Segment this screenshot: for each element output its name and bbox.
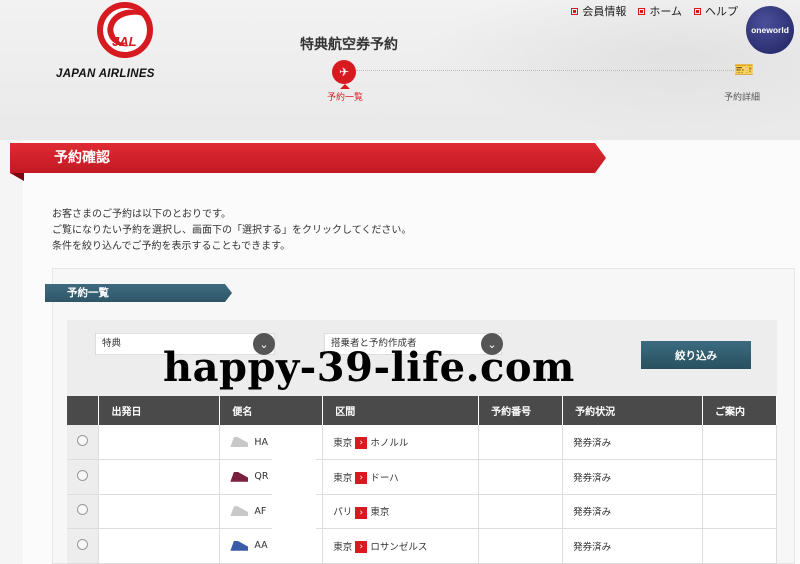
airplane-icon: ✈ [332, 60, 356, 84]
column-header: 区間 [322, 396, 480, 425]
route-cell: 東京 › ドーハ [322, 459, 480, 495]
route-from: 東京 [333, 437, 353, 449]
list-title: 予約一覧 [45, 284, 232, 302]
info-cell [702, 425, 777, 460]
route-to: 東京 [370, 507, 390, 518]
intro-line: ご覧になりたい予約を選択し、画面下の「選択する」をクリックしてください。 [52, 225, 412, 236]
nav-label: 会員情報 [582, 5, 627, 18]
top-nav: 会員情報 ホーム ヘルプ [571, 3, 738, 19]
route-cell: 東京 › ホノルル [322, 425, 480, 460]
reservation-table: 出発日 便名 区間 予約番号 予約状況 ご案内 HA 東京 › ホノルル 発券済み … [67, 396, 777, 564]
departure-date-cell [98, 494, 221, 529]
oneworld-logo[interactable]: oneworld [746, 6, 794, 54]
column-header [67, 396, 100, 425]
arrow-right-icon: › [355, 437, 368, 450]
reservation-radio[interactable] [77, 504, 89, 516]
step-reservation-detail: 予約詳細 [724, 93, 761, 103]
logo-text: JAL [112, 34, 137, 49]
table-row[interactable]: AA 東京 › ロサンゼルス 発券済み [67, 528, 777, 564]
booking-number-cell [478, 459, 564, 495]
airline-tail-icon [230, 471, 249, 482]
table-row[interactable]: HA 東京 › ホノルル 発券済み [67, 425, 777, 460]
status-cell: 発券済み [562, 425, 703, 460]
departure-date-cell [98, 528, 221, 564]
table-row[interactable]: AF パリ › 東京 発券済み [67, 494, 777, 529]
route-to: ドーハ [370, 472, 399, 484]
booking-number-cell [478, 494, 564, 529]
nav-home[interactable]: ホーム [638, 3, 682, 19]
section-banner: 予約確認 [10, 143, 606, 173]
link-arrow-icon [638, 7, 646, 15]
airline-name: JAPAN AIRLINES [56, 68, 155, 80]
airline-tail-icon [230, 506, 249, 517]
departure-date-cell [98, 459, 221, 495]
route-to: ロサンゼルス [370, 541, 428, 553]
info-cell [702, 494, 777, 529]
route-from: パリ [333, 507, 353, 518]
reservation-radio[interactable] [77, 469, 89, 481]
select-cell [67, 459, 100, 495]
select-cell [67, 494, 100, 529]
page-title: 特典航空券予約 [300, 37, 398, 53]
jal-logo[interactable]: JAL JAPAN AIRLINES [50, 2, 200, 82]
arrow-right-icon: › [355, 506, 368, 519]
airline-tail-icon [230, 437, 249, 447]
flight-number: QR [254, 471, 269, 483]
column-header: 予約状況 [562, 396, 703, 425]
ticket-icon: 🎫 [734, 60, 754, 79]
filter-button[interactable]: 絞り込み [641, 341, 751, 369]
intro-line: 条件を絞り込んでご予約を表示することもできます。 [52, 241, 291, 252]
route-from: 東京 [333, 472, 353, 484]
nav-member-info[interactable]: 会員情報 [571, 3, 626, 19]
reservation-radio[interactable] [77, 435, 89, 446]
redaction-mask [272, 428, 316, 554]
step-reservation-list: 予約一覧 [327, 93, 364, 103]
nav-label: ホーム [649, 5, 682, 18]
reservation-radio[interactable] [77, 538, 89, 550]
arrow-right-icon: › [355, 472, 368, 484]
info-cell [702, 528, 777, 564]
crane-logo-icon [97, 2, 153, 58]
select-cell [67, 528, 100, 564]
column-header: 出発日 [98, 396, 221, 425]
arrow-right-icon: › [355, 541, 368, 553]
watermark: happy-39-life.com [163, 344, 575, 391]
intro-text: お客さまのご予約は以下のとおりです。 ご覧になりたい予約を選択し、画面下の「選択… [52, 207, 411, 255]
route-to: ホノルル [370, 437, 409, 449]
nav-help[interactable]: ヘルプ [694, 3, 738, 19]
column-header: ご案内 [702, 396, 777, 425]
booking-number-cell [478, 528, 564, 564]
column-header: 予約番号 [478, 396, 564, 425]
flight-number: AF [254, 505, 267, 517]
info-cell [702, 459, 777, 495]
table-header-row: 出発日 便名 区間 予約番号 予約状況 ご案内 [67, 396, 777, 425]
column-header: 便名 [219, 396, 324, 425]
booking-number-cell [478, 425, 564, 460]
select-cell [67, 425, 100, 460]
nav-label: ヘルプ [705, 5, 738, 18]
airline-tail-icon [230, 540, 249, 551]
departure-date-cell [98, 425, 221, 460]
route-cell: 東京 › ロサンゼルス [322, 528, 480, 564]
intro-line: お客さまのご予約は以下のとおりです。 [52, 209, 231, 220]
banner-fold [10, 173, 24, 181]
table-row[interactable]: QR 東京 › ドーハ 発券済み [67, 459, 777, 495]
flight-number: AA [254, 540, 268, 552]
link-arrow-icon [694, 7, 701, 15]
link-arrow-icon [571, 7, 579, 15]
status-cell: 発券済み [562, 459, 703, 495]
status-cell: 発券済み [562, 494, 703, 529]
flight-number: HA [254, 436, 269, 448]
step-progress-line [356, 70, 736, 71]
route-from: 東京 [333, 541, 353, 553]
status-cell: 発券済み [562, 528, 703, 564]
current-step-marker [340, 84, 350, 89]
route-cell: パリ › 東京 [322, 494, 480, 529]
